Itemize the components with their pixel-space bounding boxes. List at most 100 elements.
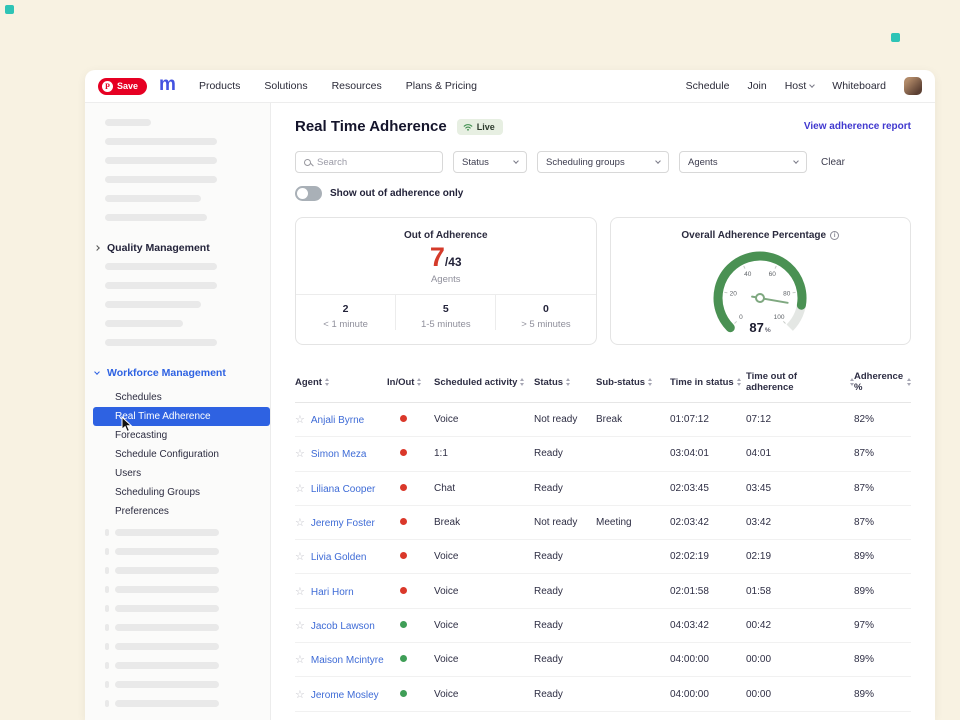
time-in-status-cell: 04:00:00 bbox=[670, 654, 746, 665]
gauge-tick-60: 60 bbox=[769, 271, 777, 278]
agent-name-link[interactable]: Simon Meza bbox=[311, 449, 367, 460]
skeleton-row bbox=[105, 529, 270, 536]
agent-name-link[interactable]: Liliana Cooper bbox=[311, 484, 376, 495]
page-title: Real Time Adherence bbox=[295, 118, 447, 135]
time-in-status-cell: 02:02:19 bbox=[670, 551, 746, 562]
out-of-adherence-count: 7 bbox=[430, 242, 445, 272]
skeleton-row bbox=[105, 700, 270, 707]
nav-products[interactable]: Products bbox=[199, 80, 240, 92]
favorite-star-icon[interactable]: ☆ bbox=[295, 517, 305, 529]
skeleton-bar bbox=[105, 119, 151, 126]
sidebar-item-schedules[interactable]: Schedules bbox=[85, 388, 270, 407]
agent-name-link[interactable]: Anjali Byrne bbox=[311, 415, 364, 426]
time-in-status-cell: 02:03:42 bbox=[670, 517, 746, 528]
agent-name-link[interactable]: Jacob Lawson bbox=[311, 621, 375, 632]
adherence-cell: 87% bbox=[854, 517, 911, 528]
status-cell: Ready bbox=[534, 689, 596, 700]
agent-name-link[interactable]: Livia Golden bbox=[311, 552, 367, 563]
table-row: ☆Jeremy FosterBreakNot readyMeeting02:03… bbox=[295, 506, 911, 540]
adherence-cell: 87% bbox=[854, 448, 911, 459]
nav-join[interactable]: Join bbox=[747, 80, 766, 92]
favorite-star-icon[interactable]: ☆ bbox=[295, 448, 305, 460]
out-of-adherence-toggle[interactable] bbox=[295, 186, 322, 201]
status-dropdown[interactable]: Status bbox=[453, 151, 527, 173]
sidebar-item-real-time-adherence[interactable]: Real Time Adherence bbox=[93, 407, 270, 426]
favorite-star-icon[interactable]: ☆ bbox=[295, 654, 305, 666]
nav-host[interactable]: Host bbox=[785, 80, 815, 92]
collaborator-cursor-dot bbox=[5, 5, 14, 14]
sidebar-item-forecasting[interactable]: Forecasting bbox=[85, 426, 270, 445]
nav-solutions[interactable]: Solutions bbox=[264, 80, 307, 92]
inout-cell bbox=[387, 517, 434, 528]
gauge-card-title: Overall Adherence Percentage bbox=[681, 230, 826, 241]
inout-status-dot bbox=[400, 552, 407, 559]
skeleton-group bbox=[85, 529, 270, 707]
chevron-down-icon bbox=[513, 158, 519, 164]
nav-schedule[interactable]: Schedule bbox=[686, 80, 730, 92]
column-header-status[interactable]: Status bbox=[534, 377, 596, 388]
skeleton-bar bbox=[105, 157, 217, 164]
status-cell: Ready bbox=[534, 654, 596, 665]
info-icon[interactable]: i bbox=[830, 231, 839, 240]
agent-name-link[interactable]: Maison Mcintyre bbox=[311, 655, 384, 666]
agent-cell: ☆ Livia Golden bbox=[295, 550, 387, 563]
favorite-star-icon[interactable]: ☆ bbox=[295, 483, 305, 495]
favorite-star-icon[interactable]: ☆ bbox=[295, 689, 305, 701]
miro-logo[interactable]: m bbox=[159, 75, 175, 94]
scheduled-activity-cell: Voice bbox=[434, 586, 534, 597]
search-icon bbox=[304, 159, 311, 166]
table-row: ☆Liliana CooperChatReady02:03:4503:4587% bbox=[295, 472, 911, 506]
column-header-in-out[interactable]: In/Out bbox=[387, 377, 434, 388]
sidebar-item-scheduling-groups[interactable]: Scheduling Groups bbox=[85, 483, 270, 502]
status-cell: Ready bbox=[534, 551, 596, 562]
time-in-status-cell: 02:01:58 bbox=[670, 586, 746, 597]
column-header-sub-status[interactable]: Sub-status bbox=[596, 377, 670, 388]
pinterest-save-button[interactable]: P Save bbox=[98, 78, 147, 95]
column-header-adherence-[interactable]: Adherence % bbox=[854, 371, 911, 393]
column-header-agent[interactable]: Agent bbox=[295, 377, 387, 388]
chevron-right-icon bbox=[94, 245, 100, 251]
column-header-scheduled-activity[interactable]: Scheduled activity bbox=[434, 377, 534, 388]
skeleton-row bbox=[105, 624, 270, 631]
nav-resources[interactable]: Resources bbox=[332, 80, 382, 92]
agent-name-link[interactable]: Jeremy Foster bbox=[311, 518, 375, 529]
scheduled-activity-cell: Voice bbox=[434, 551, 534, 562]
agent-name-link[interactable]: Hari Horn bbox=[311, 587, 354, 598]
nav-whiteboard[interactable]: Whiteboard bbox=[832, 80, 886, 92]
pinterest-save-label: Save bbox=[117, 81, 138, 91]
gauge-tick-40: 40 bbox=[744, 271, 752, 278]
agent-cell: ☆ Anjali Byrne bbox=[295, 413, 387, 426]
agents-dropdown[interactable]: Agents bbox=[679, 151, 807, 173]
agent-cell: ☆ Maison Mcintyre bbox=[295, 653, 387, 666]
adherence-cell: 87% bbox=[854, 483, 911, 494]
sidebar-item-preferences[interactable]: Preferences bbox=[85, 502, 270, 521]
breakdown-1-5-minutes: 5 1-5 minutes bbox=[395, 295, 495, 330]
scheduling-groups-dropdown[interactable]: Scheduling groups bbox=[537, 151, 669, 173]
agent-name-link[interactable]: Jerome Mosley bbox=[311, 690, 379, 701]
favorite-star-icon[interactable]: ☆ bbox=[295, 586, 305, 598]
favorite-star-icon[interactable]: ☆ bbox=[295, 551, 305, 563]
sidebar-item-schedule-configuration[interactable]: Schedule Configuration bbox=[85, 445, 270, 464]
adherence-gauge: 0 20 40 60 80 100 87% bbox=[675, 242, 845, 338]
primary-nav: Products Solutions Resources Plans & Pri… bbox=[199, 80, 477, 92]
nav-plans-pricing[interactable]: Plans & Pricing bbox=[406, 80, 477, 92]
time-out-of-adherence-cell: 02:19 bbox=[746, 551, 854, 562]
scheduled-activity-cell: Voice bbox=[434, 620, 534, 631]
sidebar-item-users[interactable]: Users bbox=[85, 464, 270, 483]
app-window: P Save m Products Solutions Resources Pl… bbox=[85, 70, 935, 720]
agent-cell: ☆ Jerome Mosley bbox=[295, 688, 387, 701]
column-header-time-in-status[interactable]: Time in status bbox=[670, 377, 746, 388]
user-avatar[interactable] bbox=[904, 77, 922, 95]
column-header-time-out-of-adherence[interactable]: Time out of adherence bbox=[746, 371, 854, 393]
sidebar-item-quality-management[interactable]: Quality Management bbox=[85, 233, 270, 263]
table-row: ☆Simon Meza1:1Ready03:04:0104:0187% bbox=[295, 437, 911, 471]
favorite-star-icon[interactable]: ☆ bbox=[295, 620, 305, 632]
view-adherence-report-link[interactable]: View adherence report bbox=[804, 121, 911, 132]
scheduled-activity-cell: Voice bbox=[434, 414, 534, 425]
clear-filters-button[interactable]: Clear bbox=[821, 157, 845, 168]
search-input[interactable] bbox=[317, 157, 434, 168]
scheduling-groups-label: Scheduling groups bbox=[546, 157, 625, 168]
inout-cell bbox=[387, 483, 434, 494]
favorite-star-icon[interactable]: ☆ bbox=[295, 414, 305, 426]
sidebar-item-workforce-management[interactable]: Workforce Management bbox=[85, 358, 270, 388]
